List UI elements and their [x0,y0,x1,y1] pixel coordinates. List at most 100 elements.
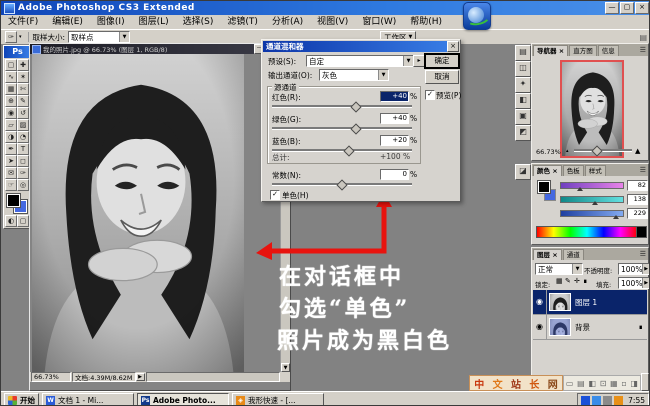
viewer-icon-6[interactable]: ▫ [621,379,626,388]
slider-thumb[interactable] [591,201,598,205]
slider-thumb[interactable] [577,187,584,191]
viewer-icon-3[interactable]: ◧ [588,379,596,388]
dock-panel-icon-7[interactable]: ◪ [515,164,531,180]
color-spectrum-ramp[interactable] [536,226,638,238]
menu-file[interactable]: 文件(F) [1,15,45,29]
chevron-down-icon[interactable]: ▼ [403,56,413,66]
zoom-out-mountain-icon[interactable]: ▴ [566,148,569,154]
scroll-down-icon[interactable]: ▼ [281,363,290,372]
menu-image[interactable]: 图像(I) [90,15,132,29]
dock-panel-icon-6[interactable]: ◩ [515,125,531,141]
constant-slider[interactable] [272,179,412,191]
screen-mode-button[interactable]: ▢ [17,215,29,227]
slider-thumb[interactable] [336,179,348,191]
menu-filter[interactable]: 滤镜(T) [220,15,265,29]
fill-field[interactable]: 100% ▶ [618,277,649,289]
tab-layers[interactable]: 图层 × [533,249,562,260]
tray-icon-2[interactable] [592,395,602,405]
tool-move-button[interactable]: ✚ [17,59,29,71]
tool-eyedropper-button[interactable]: ✑ [17,167,29,179]
tab-navigator[interactable]: 导航器 × [533,45,569,56]
tool-eraser-button[interactable]: ▱ [5,119,17,131]
chevron-down-icon[interactable]: ▼ [572,264,582,274]
viewer-corner-button[interactable] [641,373,649,391]
navigator-zoom-value[interactable]: 66.73% [536,148,561,156]
tool-magic-wand-button[interactable]: ✶ [17,71,29,83]
eyedropper-tool-icon[interactable]: ✑ [5,31,17,43]
tool-rect-marquee-button[interactable]: ▢ [5,59,17,71]
minimize-button[interactable]: — [605,2,619,14]
tool-clone-stamp-button[interactable]: ◉ [5,107,17,119]
green-channel-slider[interactable] [272,123,412,135]
viewer-icon-4[interactable]: ⊡ [600,379,607,388]
lock-transparency-icon[interactable]: ▦ [556,277,563,285]
tool-pen-button[interactable]: ✒ [5,143,17,155]
tool-brush-button[interactable]: ✎ [17,95,29,107]
viewer-icon-7[interactable]: ◨ [631,379,639,388]
taskbar-item-viewer[interactable]: ◈ 我形快速 - [... [232,393,324,405]
chevron-right-icon[interactable]: ▶ [642,278,649,288]
black-color-chip[interactable] [636,226,647,238]
foreground-color-swatch[interactable] [537,180,551,194]
preset-dropdown[interactable]: 自定 ▼ [306,55,414,67]
tab-channels[interactable]: 通道 [562,249,584,260]
document-title-bar[interactable]: 我的照片.jpg @ 66.73% (图层 1, RGB/8) — ▢ × [30,44,290,54]
lock-all-icon[interactable]: ∎ [583,277,587,285]
tool-hand-button[interactable]: ☞ [5,179,17,191]
close-button[interactable]: × [635,2,649,14]
start-button[interactable]: 开始 [4,393,39,405]
visibility-eye-icon[interactable]: ◉ [533,290,547,314]
chevron-right-icon[interactable]: ▶ [642,264,649,274]
menu-view[interactable]: 视图(V) [310,15,355,29]
tab-histogram[interactable]: 直方图 [569,45,597,56]
red-color-slider[interactable] [560,181,624,191]
maximize-button[interactable]: ▢ [620,2,634,14]
red-channel-slider[interactable] [272,101,412,113]
tray-icon-4[interactable] [614,395,624,405]
sample-size-dropdown[interactable]: 取样点 ▼ [68,31,131,43]
opacity-field[interactable]: 100% ▶ [618,263,649,275]
palette-well-icon[interactable]: ▤ [639,33,647,42]
photo-canvas[interactable] [32,54,244,372]
tool-healing-brush-button[interactable]: ⊕ [5,95,17,107]
horizontal-scrollbar[interactable] [145,372,280,382]
dock-panel-icon-5[interactable]: ▣ [515,109,531,125]
tool-crop-button[interactable]: ▦ [5,83,17,95]
green-value-field[interactable]: 138 [627,194,648,205]
resize-grip[interactable] [281,372,290,382]
menu-window[interactable]: 窗口(W) [355,15,403,29]
tray-icon-1[interactable] [581,395,591,405]
chevron-down-icon[interactable]: ▼ [378,70,388,80]
tool-dropdown-arrow-icon[interactable]: ▾ [19,34,22,40]
viewer-icon-5[interactable]: ▦ [610,379,618,388]
green-channel-value[interactable]: +40 [380,113,409,124]
dock-panel-icon-1[interactable]: ▤ [515,45,531,61]
panel-menu-icon[interactable]: ☰ [640,165,648,176]
slider-thumb[interactable] [613,215,620,219]
tool-zoom-button[interactable]: ◎ [17,179,29,191]
panel-menu-icon[interactable]: ☰ [640,45,648,56]
tool-type-button[interactable]: T [17,143,29,155]
blue-color-slider[interactable] [560,209,624,219]
dock-panel-icon-4[interactable]: ◧ [515,93,531,109]
monochrome-checkbox[interactable]: ✓ [270,190,280,200]
cancel-button[interactable]: 取消 [425,70,459,84]
globe-launcher-icon[interactable] [463,2,492,30]
red-channel-value[interactable]: +40 [380,91,409,102]
taskbar-item-photoshop[interactable]: Ps Adobe Photo... [137,393,229,405]
tool-blur-button[interactable]: ◑ [5,131,17,143]
tool-history-brush-button[interactable]: ↺ [17,107,29,119]
tray-icon-3[interactable] [603,395,613,405]
menu-analysis[interactable]: 分析(A) [265,15,310,29]
dock-panel-icon-3[interactable]: ✦ [515,77,531,93]
preset-options-icon[interactable]: ▸ [413,55,425,67]
tool-path-selection-button[interactable]: ➤ [5,155,17,167]
menu-select[interactable]: 选择(S) [176,15,221,29]
lock-move-icon[interactable]: ✛ [574,277,580,285]
viewer-icon-2[interactable]: ▤ [577,379,585,388]
blue-channel-value[interactable]: +20 [380,135,409,146]
layer1-name[interactable]: 图层 1 [575,297,597,308]
app-title-bar[interactable]: Adobe Photoshop CS3 Extended — ▢ × [1,1,649,15]
tool-lasso-button[interactable]: ∿ [5,71,17,83]
taskbar-item-word[interactable]: W 文档 1 - Mi... [42,393,134,405]
